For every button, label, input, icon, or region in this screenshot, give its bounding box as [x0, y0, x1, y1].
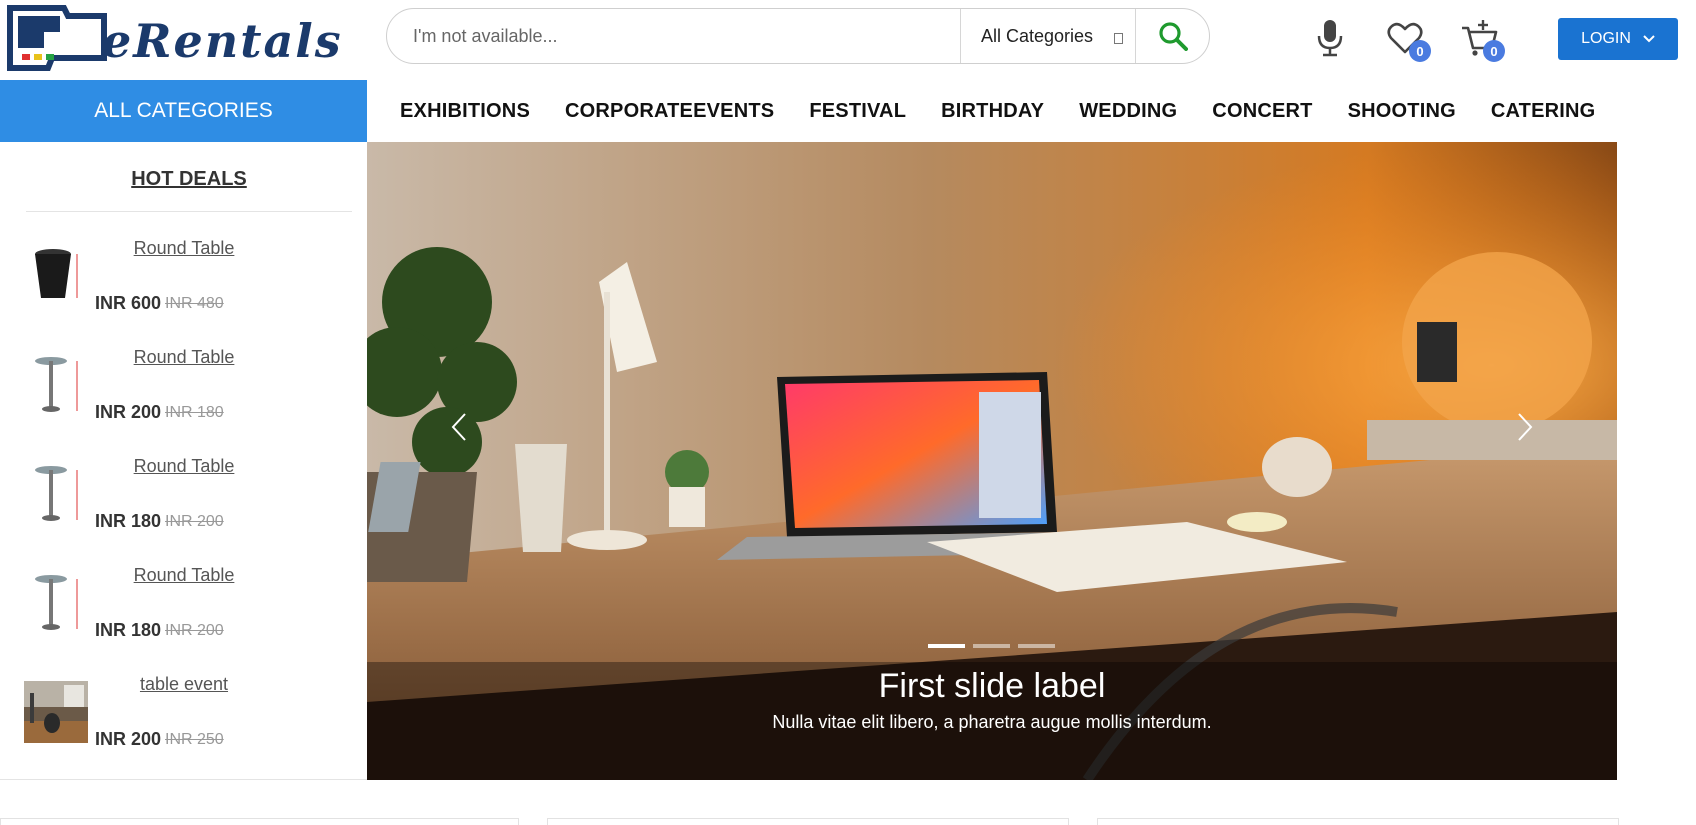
- logo-mark: [4, 2, 112, 76]
- chevron-down-icon: [1643, 35, 1655, 43]
- search-button[interactable]: [1135, 9, 1209, 63]
- deal-old-price: INR 200: [165, 513, 224, 530]
- product-card: [1097, 818, 1619, 825]
- carousel-indicator[interactable]: [973, 644, 1010, 648]
- slide-caption: Nulla vitae elit libero, a pharetra augu…: [772, 712, 1212, 732]
- deal-thumbnail[interactable]: [24, 571, 88, 635]
- deal-old-price: INR 480: [165, 295, 224, 312]
- nav-item-birthday[interactable]: BIRTHDAY: [941, 100, 1044, 123]
- deal-price: INR 180: [95, 511, 162, 531]
- logo[interactable]: eRentals: [4, 2, 356, 76]
- nav-item-corporate-events[interactable]: CORPORATEEVENTS: [565, 100, 774, 123]
- deal-price: INR 200: [95, 402, 162, 422]
- deal-name[interactable]: table event: [109, 674, 259, 695]
- site-header: eRentals All Categories 0: [0, 0, 1696, 80]
- hero-carousel: First slide label Nulla vitae elit liber…: [367, 142, 1617, 780]
- cart-count-badge: 0: [1483, 40, 1505, 62]
- category-nav: EXHIBITIONS CORPORATEEVENTS FESTIVAL BIR…: [400, 80, 1595, 142]
- divider: [26, 211, 352, 212]
- login-label: LOGIN: [1581, 30, 1631, 47]
- carousel-indicator[interactable]: [1018, 644, 1055, 648]
- deal-thumbnail[interactable]: [24, 680, 88, 744]
- nav-item-festival[interactable]: FESTIVAL: [809, 100, 906, 123]
- nav-item-shooting[interactable]: SHOOTING: [1348, 100, 1456, 123]
- login-button[interactable]: LOGIN: [1558, 18, 1678, 60]
- deal-old-price: INR 180: [165, 404, 224, 421]
- deal-name[interactable]: Round Table: [109, 347, 259, 368]
- deal-thumbnail[interactable]: [24, 244, 88, 308]
- select-caret-icon: [1114, 33, 1123, 44]
- nav-item-catering[interactable]: CATERING: [1491, 100, 1596, 123]
- slide-title: First slide label: [878, 667, 1106, 705]
- cart-button[interactable]: 0: [1457, 14, 1505, 62]
- deal-item: Round Table INR 600 INR 480: [24, 238, 344, 338]
- deal-item: Round Table INR 200 INR 180: [24, 347, 344, 447]
- hot-deals-sidebar: HOT DEALS Round Table INR 600 INR 480 Ro…: [0, 142, 367, 780]
- carousel-indicator[interactable]: [928, 644, 965, 648]
- carousel-indicators: [928, 644, 1055, 648]
- deal-item: table event INR 200 INR 250: [24, 674, 344, 774]
- category-select[interactable]: All Categories: [960, 9, 1135, 63]
- logo-text: eRentals: [102, 14, 343, 68]
- deal-price: INR 180: [95, 620, 162, 640]
- deal-thumbnail[interactable]: [24, 353, 88, 417]
- product-card: [0, 818, 519, 825]
- all-categories-button[interactable]: ALL CATEGORIES: [0, 80, 367, 142]
- deal-thumbnail[interactable]: [24, 462, 88, 526]
- carousel-prev-button[interactable]: [429, 382, 489, 472]
- category-select-value: All Categories: [981, 25, 1094, 46]
- hot-deals-title: HOT DEALS: [131, 168, 247, 190]
- chevron-left-icon: [451, 413, 466, 441]
- deal-price: INR 600: [95, 293, 162, 313]
- deal-old-price: INR 200: [165, 622, 224, 639]
- deal-item: Round Table INR 180 INR 200: [24, 565, 344, 665]
- carousel-next-button[interactable]: [1495, 382, 1555, 472]
- chevron-right-icon: [1518, 413, 1533, 441]
- nav-item-exhibitions[interactable]: EXHIBITIONS: [400, 100, 530, 123]
- deal-name[interactable]: Round Table: [109, 456, 259, 477]
- product-card: [547, 818, 1069, 825]
- deal-item: Round Table INR 180 INR 200: [24, 456, 344, 556]
- deal-price: INR 200: [95, 729, 162, 749]
- deal-name[interactable]: Round Table: [109, 238, 259, 259]
- nav-item-concert[interactable]: CONCERT: [1212, 100, 1312, 123]
- search-input[interactable]: [387, 9, 960, 63]
- search-icon: [1158, 22, 1188, 51]
- deal-name[interactable]: Round Table: [109, 565, 259, 586]
- microphone-icon: [1317, 20, 1343, 57]
- all-categories-label: ALL CATEGORIES: [94, 99, 273, 122]
- wishlist-count-badge: 0: [1409, 40, 1431, 62]
- voice-search-button[interactable]: [1308, 14, 1352, 62]
- wishlist-button[interactable]: 0: [1383, 14, 1431, 62]
- divider: [0, 779, 367, 780]
- deal-old-price: INR 250: [165, 731, 224, 748]
- nav-item-wedding[interactable]: WEDDING: [1079, 100, 1177, 123]
- search-bar: All Categories: [386, 8, 1210, 64]
